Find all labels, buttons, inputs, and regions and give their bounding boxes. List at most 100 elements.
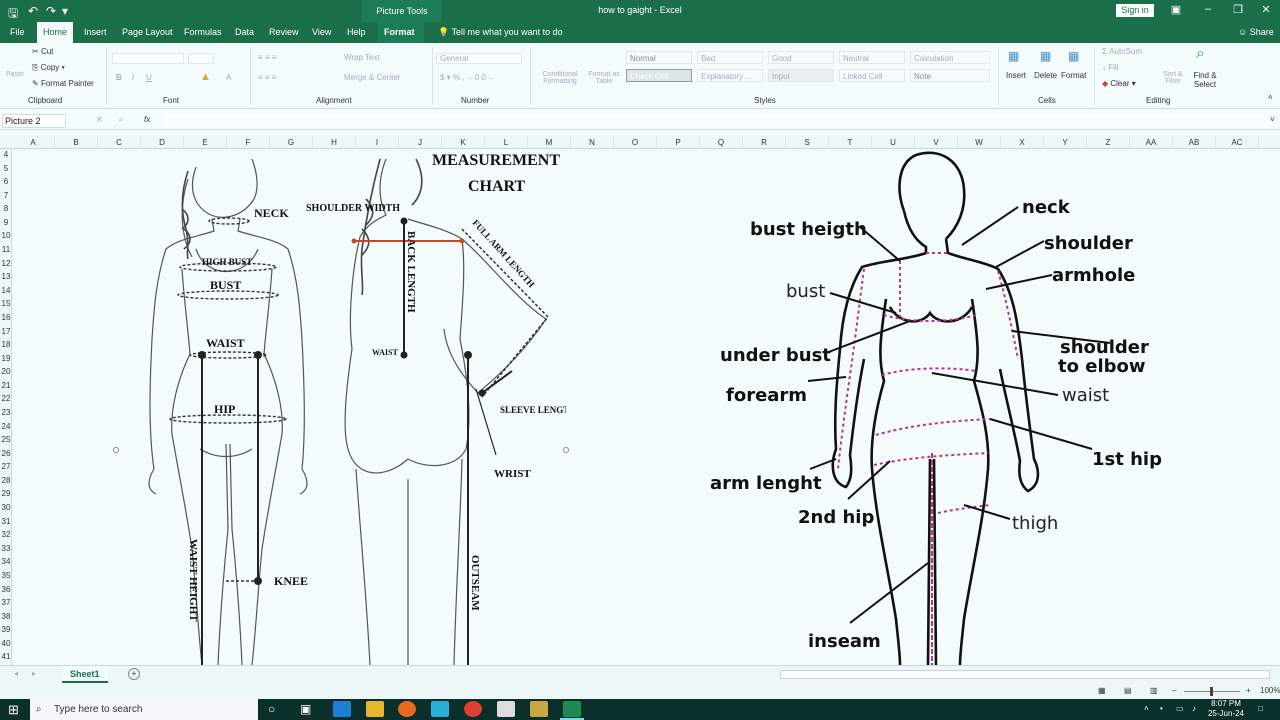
currency-icon[interactable]: $ ▾ % , ←0 0→ [440,73,494,82]
column-header[interactable]: R [743,136,786,149]
align-left-icon[interactable]: ≡ ≡ ≡ [258,73,276,82]
horizontal-scrollbar[interactable] [780,670,1270,679]
resize-handle[interactable] [113,447,119,453]
column-header[interactable]: V [915,136,958,149]
column-header[interactable]: B [55,136,98,149]
row-header[interactable]: 12 [0,259,12,273]
row-header[interactable]: 26 [0,449,12,463]
column-header[interactable]: J [399,136,442,149]
page-layout-view-icon[interactable]: ▤ [1124,686,1132,695]
row-header[interactable]: 8 [0,204,12,218]
enter-icon[interactable]: ✓ [118,115,125,124]
tab-format[interactable]: Format [378,22,424,43]
sort-filter-button[interactable]: Sort & Filter [1160,71,1186,85]
firefox-icon[interactable] [398,701,416,717]
bold-button[interactable]: B [116,73,122,82]
column-header[interactable]: N [571,136,614,149]
row-header[interactable]: 19 [0,354,12,368]
restore-icon[interactable]: ❐ [1228,3,1248,16]
row-header[interactable]: 17 [0,327,12,341]
tab-help[interactable]: Help [341,22,372,43]
row-header[interactable]: 5 [0,164,12,178]
row-header[interactable]: 30 [0,503,12,517]
redo-icon[interactable]: ↷ [46,4,56,18]
column-header[interactable]: E [184,136,227,149]
windows-start-icon[interactable]: ⊞ [8,702,19,718]
column-header[interactable]: Y [1044,136,1087,149]
tab-file[interactable]: File [4,22,31,43]
file-explorer-icon[interactable] [366,701,384,717]
row-header[interactable]: 31 [0,517,12,531]
name-box[interactable]: Picture 2 [2,114,66,128]
formula-input[interactable] [164,114,1268,128]
cut-button[interactable]: ✂ Cut [32,47,53,56]
task-view-icon[interactable]: ▣ [300,702,311,716]
style-check-cell[interactable]: Check Cell [626,69,692,82]
taskbar-clock[interactable]: 8:07 PM 25-Jun-24 [1203,699,1249,719]
column-header[interactable]: L [485,136,528,149]
column-header[interactable]: H [313,136,356,149]
row-header[interactable]: 9 [0,218,12,232]
column-header[interactable]: A [12,136,55,149]
format-as-table-button[interactable]: Format as Table [586,71,622,85]
underline-button[interactable]: U [146,73,152,82]
row-header[interactable]: 34 [0,557,12,571]
row-header[interactable]: 20 [0,367,12,381]
row-header[interactable]: 38 [0,612,12,626]
format-painter-button[interactable]: ✎ Format Painter [32,79,94,88]
row-header[interactable]: 29 [0,489,12,503]
chrome-icon[interactable] [464,701,482,717]
tab-formulas[interactable]: Formulas [178,22,228,43]
row-header[interactable]: 36 [0,585,12,599]
customize-toolbar-icon[interactable]: ▾ [62,4,68,18]
delete-cells-button[interactable]: Delete [1034,71,1057,80]
tell-me-search[interactable]: 💡 Tell me what you want to do [438,22,563,43]
style-linked-cell[interactable]: Linked Cell [839,69,905,82]
tab-insert[interactable]: Insert [78,22,113,43]
font-name-dropdown[interactable] [112,53,184,64]
cortana-icon[interactable]: ○ [268,702,275,716]
edge-icon[interactable] [333,701,351,717]
row-header[interactable]: 7 [0,191,12,205]
row-header[interactable]: 11 [0,245,12,259]
row-header[interactable]: 18 [0,340,12,354]
row-header[interactable]: 27 [0,462,12,476]
row-header[interactable]: 37 [0,598,12,612]
find-select-button[interactable]: Find & Select [1190,71,1220,89]
row-header[interactable]: 14 [0,286,12,300]
row-header[interactable]: 33 [0,544,12,558]
row-header[interactable]: 21 [0,381,12,395]
column-header[interactable]: K [442,136,485,149]
column-header[interactable]: W [958,136,1001,149]
measurement-chart-picture[interactable]: NECK HIGH BUST BUST WAIST HIP KNEE WAIST… [116,149,566,665]
sheet-tab-sheet1[interactable]: Sheet1 [62,666,108,683]
notifications-icon[interactable]: □ [1258,704,1263,713]
minimize-icon[interactable]: – [1198,3,1218,15]
fill-color-icon[interactable]: ▲ [200,71,211,83]
row-header[interactable]: 13 [0,272,12,286]
number-format-dropdown[interactable]: General [436,53,522,64]
zoom-level[interactable]: 100% [1260,686,1280,695]
style-calculation[interactable]: Calculation [910,51,990,64]
insert-function-button[interactable]: fx [144,115,150,124]
column-header[interactable]: G [270,136,313,149]
row-header[interactable]: 25 [0,435,12,449]
close-icon[interactable]: ✕ [1256,3,1276,16]
zoom-thumb[interactable] [1210,687,1213,696]
show-hidden-icons[interactable]: ˄ [1144,704,1149,713]
conditional-formatting-button[interactable]: Conditional Formatting [538,71,582,85]
sign-in-button[interactable]: Sign in [1116,4,1154,17]
insert-cells-button[interactable]: Insert [1006,71,1026,80]
row-header[interactable]: 40 [0,639,12,653]
format-cells-button[interactable]: Format [1061,71,1086,80]
row-header[interactable]: 15 [0,299,12,313]
tab-view[interactable]: View [306,22,337,43]
zoom-in-icon[interactable]: + [1246,686,1251,695]
tab-home[interactable]: Home [37,22,74,43]
share-button[interactable]: ☺ Share [1238,22,1274,43]
column-header[interactable]: AB [1173,136,1216,149]
row-header[interactable]: 22 [0,394,12,408]
row-header[interactable]: 16 [0,313,12,327]
font-size-dropdown[interactable] [188,53,214,64]
copy-button[interactable]: ⎘ Copy ▾ [32,63,65,73]
